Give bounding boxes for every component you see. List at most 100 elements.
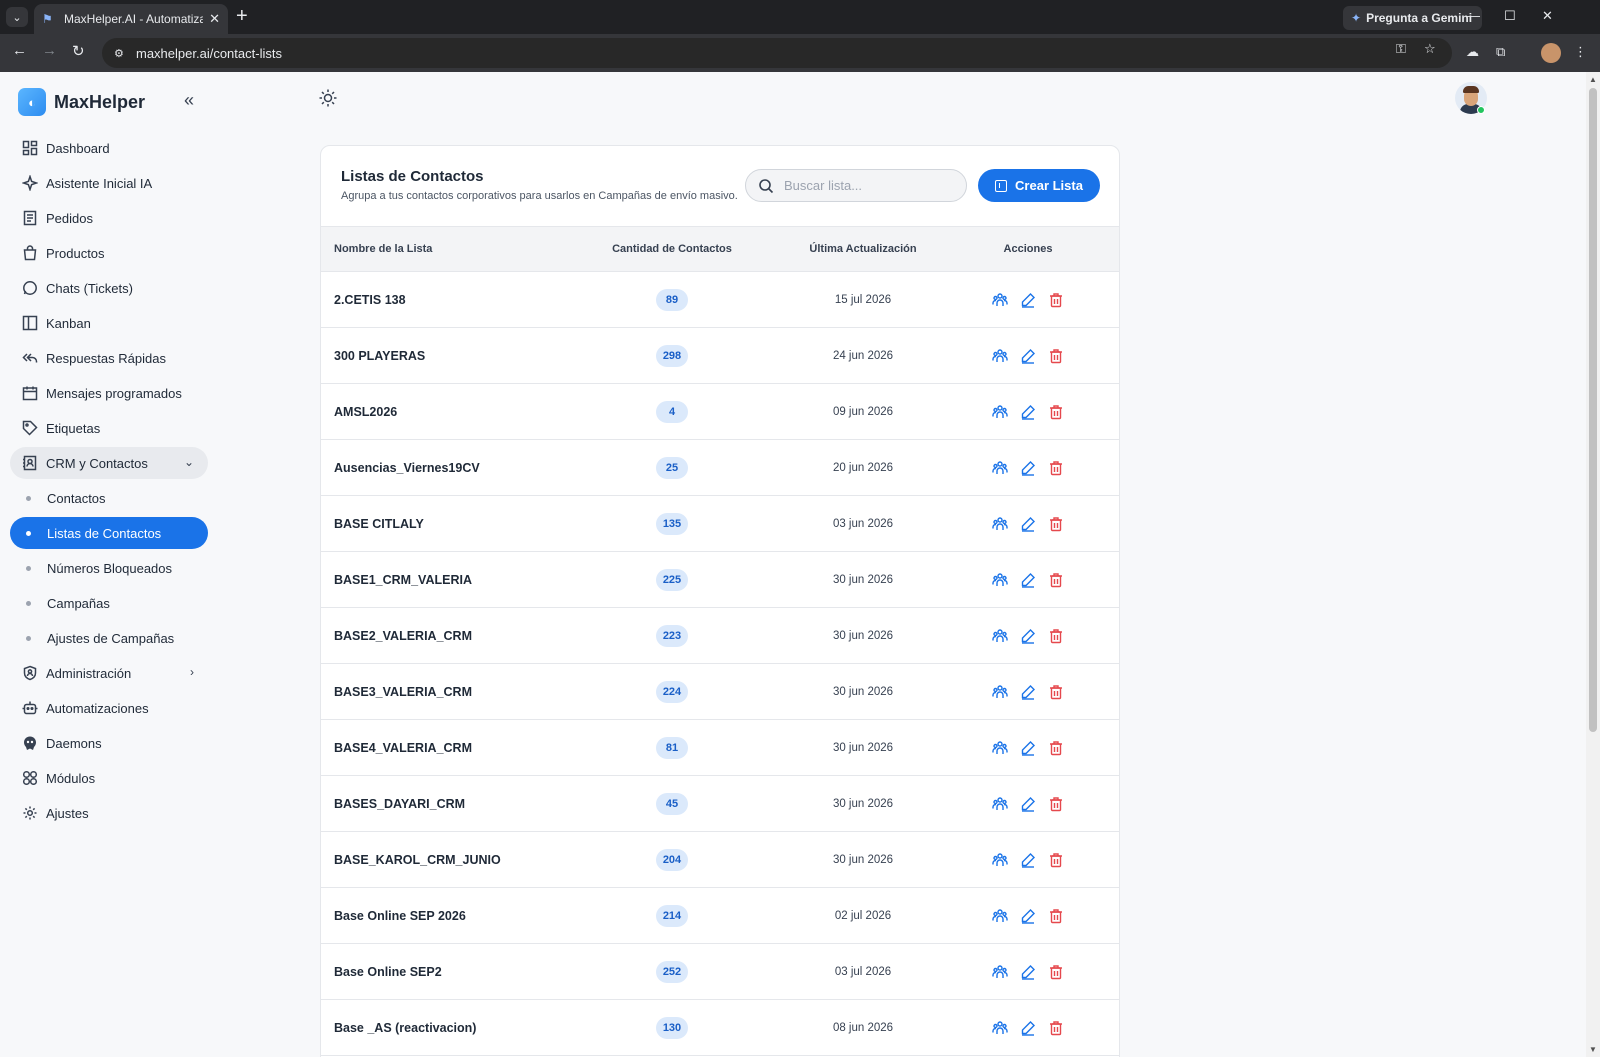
view-contacts-icon[interactable]: [992, 684, 1008, 700]
delete-icon[interactable]: [1048, 404, 1064, 420]
delete-icon[interactable]: [1048, 348, 1064, 364]
table-row[interactable]: Base Online SEP 2026 214 02 jul 2026: [321, 888, 1119, 944]
table-row[interactable]: BASE_KAROL_CRM_JUNIO 204 30 jun 2026: [321, 832, 1119, 888]
sidebar-item-automatizaciones[interactable]: Automatizaciones: [10, 692, 208, 724]
sidebar-item-mensajes-programados[interactable]: Mensajes programados: [10, 377, 208, 409]
header-name[interactable]: Nombre de la Lista: [334, 243, 432, 255]
view-contacts-icon[interactable]: [992, 292, 1008, 308]
header-updated[interactable]: Última Actualización: [783, 243, 943, 255]
edit-icon[interactable]: [1020, 796, 1036, 812]
sidebar-item-chats[interactable]: Chats (Tickets): [10, 272, 208, 304]
sidebar-item-respuestas[interactable]: Respuestas Rápidas: [10, 342, 208, 374]
gemini-button[interactable]: ✦ Pregunta a Gemini: [1343, 6, 1483, 30]
extensions-icon[interactable]: ⧉: [1496, 44, 1505, 60]
delete-icon[interactable]: [1048, 684, 1064, 700]
table-row[interactable]: Ausencias_Viernes19CV 25 20 jun 2026: [321, 440, 1119, 496]
table-row[interactable]: BASE CITLALY 135 03 jun 2026: [321, 496, 1119, 552]
address-bar[interactable]: ⚙ maxhelper.ai/contact-lists: [102, 38, 1452, 68]
table-row[interactable]: Base _AS (reactivacion) 130 08 jun 2026: [321, 1000, 1119, 1056]
edit-icon[interactable]: [1020, 516, 1036, 532]
sidebar-item-ajustes[interactable]: Ajustes: [10, 797, 208, 829]
edit-icon[interactable]: [1020, 684, 1036, 700]
table-row[interactable]: BASES_DAYARI_CRM 45 30 jun 2026: [321, 776, 1119, 832]
header-count[interactable]: Cantidad de Contactos: [561, 243, 783, 255]
edit-icon[interactable]: [1020, 572, 1036, 588]
delete-icon[interactable]: [1048, 964, 1064, 980]
delete-icon[interactable]: [1048, 292, 1064, 308]
view-contacts-icon[interactable]: [992, 852, 1008, 868]
list-name[interactable]: Base _AS (reactivacion): [334, 1021, 476, 1035]
table-row[interactable]: BASE2_VALERIA_CRM 223 30 jun 2026: [321, 608, 1119, 664]
edit-icon[interactable]: [1020, 404, 1036, 420]
view-contacts-icon[interactable]: [992, 740, 1008, 756]
list-name[interactable]: Base Online SEP 2026: [334, 909, 466, 923]
sidebar-item-campanas[interactable]: Campañas: [10, 587, 208, 619]
search-box[interactable]: [745, 169, 967, 202]
delete-icon[interactable]: [1048, 1020, 1064, 1036]
table-row[interactable]: 2.CETIS 138 89 15 jul 2026: [321, 272, 1119, 328]
table-row[interactable]: 300 PLAYERAS 298 24 jun 2026: [321, 328, 1119, 384]
list-name[interactable]: BASE2_VALERIA_CRM: [334, 629, 472, 643]
view-contacts-icon[interactable]: [992, 460, 1008, 476]
list-name[interactable]: BASE_KAROL_CRM_JUNIO: [334, 853, 501, 867]
edit-icon[interactable]: [1020, 292, 1036, 308]
scroll-thumb[interactable]: [1589, 88, 1597, 732]
list-name[interactable]: BASE4_VALERIA_CRM: [334, 741, 472, 755]
bookmark-star-icon[interactable]: ☆: [1424, 41, 1436, 57]
sidebar-item-productos[interactable]: Productos: [10, 237, 208, 269]
edit-icon[interactable]: [1020, 852, 1036, 868]
brand[interactable]: ◐ MaxHelper: [18, 88, 145, 116]
view-contacts-icon[interactable]: [992, 628, 1008, 644]
delete-icon[interactable]: [1048, 908, 1064, 924]
table-row[interactable]: BASE4_VALERIA_CRM 81 30 jun 2026: [321, 720, 1119, 776]
view-contacts-icon[interactable]: [992, 404, 1008, 420]
sidebar-item-ajustes-campanas[interactable]: Ajustes de Campañas: [10, 622, 208, 654]
delete-icon[interactable]: [1048, 460, 1064, 476]
list-name[interactable]: Ausencias_Viernes19CV: [334, 461, 480, 475]
table-row[interactable]: BASE3_VALERIA_CRM 224 30 jun 2026: [321, 664, 1119, 720]
delete-icon[interactable]: [1048, 852, 1064, 868]
view-contacts-icon[interactable]: [992, 796, 1008, 812]
forward-icon[interactable]: →: [42, 42, 57, 59]
view-contacts-icon[interactable]: [992, 1020, 1008, 1036]
scroll-up-icon[interactable]: ▲: [1589, 75, 1597, 84]
sidebar-item-contactos[interactable]: Contactos: [10, 482, 208, 514]
delete-icon[interactable]: [1048, 628, 1064, 644]
collapse-sidebar-icon[interactable]: «: [184, 90, 194, 111]
sidebar-item-listas-de-contactos[interactable]: Listas de Contactos: [10, 517, 208, 549]
edit-icon[interactable]: [1020, 908, 1036, 924]
sidebar-item-daemons[interactable]: Daemons: [10, 727, 208, 759]
list-name[interactable]: 2.CETIS 138: [334, 293, 406, 307]
edit-icon[interactable]: [1020, 964, 1036, 980]
edit-icon[interactable]: [1020, 460, 1036, 476]
list-name[interactable]: AMSL2026: [334, 405, 397, 419]
create-list-button[interactable]: Crear Lista: [978, 169, 1100, 202]
view-contacts-icon[interactable]: [992, 572, 1008, 588]
sidebar-group-crm[interactable]: CRM y Contactos ⌄: [10, 447, 208, 479]
table-row[interactable]: Base Online SEP2 252 03 jul 2026: [321, 944, 1119, 1000]
delete-icon[interactable]: [1048, 740, 1064, 756]
password-key-icon[interactable]: ⚿: [1396, 41, 1406, 57]
edit-icon[interactable]: [1020, 740, 1036, 756]
page-scrollbar[interactable]: ▲ ▼: [1586, 72, 1600, 1057]
sidebar-item-pedidos[interactable]: Pedidos: [10, 202, 208, 234]
browser-tab[interactable]: ⚑ MaxHelper.AI - Automatiza tu atención …: [34, 4, 228, 34]
profile-avatar[interactable]: [1541, 43, 1561, 63]
theme-toggle-sun-icon[interactable]: [318, 88, 338, 108]
view-contacts-icon[interactable]: [992, 964, 1008, 980]
list-name[interactable]: Base Online SEP2: [334, 965, 442, 979]
back-icon[interactable]: ←: [12, 42, 27, 59]
sidebar-item-dashboard[interactable]: Dashboard: [10, 132, 208, 164]
sidebar-item-modulos[interactable]: Módulos: [10, 762, 208, 794]
edit-icon[interactable]: [1020, 1020, 1036, 1036]
close-window-icon[interactable]: ✕: [1542, 8, 1553, 24]
sidebar-item-numeros-bloqueados[interactable]: Números Bloqueados: [10, 552, 208, 584]
edit-icon[interactable]: [1020, 628, 1036, 644]
edit-icon[interactable]: [1020, 348, 1036, 364]
table-row[interactable]: AMSL2026 4 09 jun 2026: [321, 384, 1119, 440]
tab-search-dropdown[interactable]: ⌄: [6, 7, 28, 27]
delete-icon[interactable]: [1048, 516, 1064, 532]
scroll-down-icon[interactable]: ▼: [1589, 1045, 1597, 1054]
maximize-icon[interactable]: ☐: [1504, 8, 1516, 24]
sidebar-group-administracion[interactable]: Administración ›: [10, 657, 208, 689]
